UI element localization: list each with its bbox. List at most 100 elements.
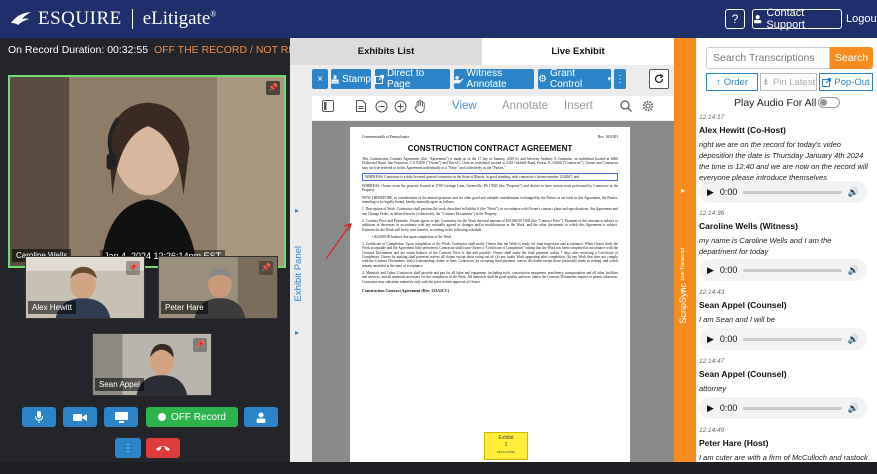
transcript-entry: 12:14:17 Alex Hewitt (Co-Host) right we … [699, 114, 871, 183]
audio-progress-track[interactable] [743, 190, 842, 194]
audio-time: 0:00 [719, 334, 738, 344]
pin-icon[interactable]: 📌 [193, 338, 207, 352]
annotate-mode-button[interactable]: Annotate [502, 100, 548, 112]
grant-control-button[interactable]: ⚙ Grant Control ▾ [538, 68, 611, 90]
participants-button[interactable] [244, 407, 278, 427]
record-toggle-button[interactable]: OFF Record [146, 407, 238, 427]
top-bar: ESQUIRE eLitigate® ? Contact Support Log… [0, 0, 877, 38]
play-audio-toggle[interactable] [818, 97, 840, 108]
order-button[interactable]: ↑ Order [706, 73, 758, 91]
camera-button[interactable] [63, 407, 97, 427]
phone-hangup-icon [156, 446, 170, 451]
help-button[interactable]: ? [725, 9, 745, 29]
record-duration: On Record Duration: 00:32:55 [8, 44, 149, 56]
entry-speaker: Sean Appel (Counsel) [699, 300, 787, 310]
exhibit-stamp-label: Exhibit [498, 435, 514, 441]
view-mode-button[interactable]: View [452, 100, 477, 112]
audio-player[interactable]: ▶ 0:00 🔊 [699, 181, 867, 203]
entry-text: right we are on the record for today's v… [699, 140, 868, 182]
volume-icon[interactable]: 🔊 [848, 334, 859, 345]
logo: ESQUIRE eLitigate® [10, 7, 216, 31]
zoom-in-icon[interactable] [394, 100, 407, 116]
paragraph: 2. Contract Price and Payments. Owner ag… [362, 218, 618, 232]
product-name: eLitigate® [143, 8, 217, 30]
scripsync-subtitle: Live Transcript [680, 248, 686, 281]
audio-player[interactable]: ▶ 0:00 🔊 [699, 328, 867, 350]
exhibit-stamp: Exhibit 1 SEAN APPEL [484, 432, 528, 460]
volume-icon[interactable]: 🔊 [848, 265, 859, 276]
video-tile-peter-hare[interactable]: 📌 Peter Hare [158, 256, 278, 319]
zoom-out-icon[interactable] [375, 100, 388, 116]
play-icon[interactable]: ▶ [707, 403, 714, 414]
pin-icon[interactable]: 📌 [126, 261, 140, 275]
scripsync-toggle[interactable]: ▸ ScripSync Live Transcript ▸ [674, 38, 696, 462]
paragraph: WHEREAS, Owner owns the property located… [362, 184, 618, 193]
direct-to-page-button[interactable]: Direct to Page [375, 68, 450, 90]
external-link-icon [375, 74, 384, 84]
page-header-right: Rev. 10/6/203 [597, 135, 618, 139]
audio-player[interactable]: ▶ 0:00 🔊 [699, 259, 867, 281]
exhibit-stamp-number: 1 [504, 442, 508, 448]
exhibit-panel-toggle[interactable]: ▸ Exhibit Panel ▸ [290, 96, 310, 426]
stamp-button[interactable]: Stamp [331, 69, 371, 89]
paragraph: 1. Description of Work. Contractor shall… [362, 207, 618, 216]
pin-latest-label: Pin Latest [772, 76, 816, 88]
witness-video [10, 77, 284, 266]
expand-arrow-icon: ▸ [295, 206, 300, 215]
toolbar-more-button[interactable]: ⋮ [614, 69, 626, 89]
pin-icon[interactable]: 📌 [266, 81, 280, 95]
search-icon[interactable] [620, 100, 632, 115]
exhibit-toolbar: × Stamp Direct to Page Witness Annotate … [290, 68, 674, 91]
document-page-icon[interactable] [356, 100, 366, 115]
pop-out-button[interactable]: Pop-Out [819, 73, 873, 91]
hang-up-button[interactable] [146, 438, 180, 458]
paragraph: 3. Certificate of Completion. Upon compl… [362, 242, 618, 268]
pin-latest-button[interactable]: ⇟ Pin Latest [760, 73, 817, 91]
volume-icon[interactable]: 🔊 [848, 187, 859, 198]
main-video-tile[interactable]: 📌 Caroline Wells Jan 4, 2024 12:26:14pm … [8, 75, 286, 268]
page-footer: Construction Contract Agreement (Rev. 13… [362, 287, 450, 293]
more-options-button[interactable]: ⋮ [115, 438, 141, 458]
call-controls: OFF Record ⋮ [0, 405, 290, 462]
audio-progress-track[interactable] [743, 268, 842, 272]
document-canvas[interactable]: Commonwealth of Pennsylvania Rev. 10/6/2… [312, 121, 674, 462]
pin-icon[interactable]: 📌 [259, 261, 273, 275]
settings-gear-icon[interactable] [642, 100, 654, 115]
tab-live-exhibit[interactable]: Live Exhibit [482, 38, 674, 65]
insert-mode-button[interactable]: Insert [564, 100, 593, 112]
sidebar-toggle-icon[interactable] [322, 100, 334, 115]
entry-text: I am Sean and I will be [699, 315, 775, 324]
tab-exhibits-list[interactable]: Exhibits List [290, 38, 482, 65]
logo-divider [131, 9, 133, 29]
close-exhibit-button[interactable]: × [312, 69, 328, 89]
video-tile-sean-appel[interactable]: 📌 Sean Appel [92, 333, 212, 396]
registered-mark: ® [210, 9, 217, 19]
video-tile-alex-hewitt[interactable]: 📌 Alex Hewitt [25, 256, 145, 319]
transcript-search-input[interactable]: Search Transcriptions [706, 47, 830, 69]
video-camera-icon [73, 413, 87, 421]
play-icon[interactable]: ▶ [707, 187, 714, 198]
audio-player[interactable]: ▶ 0:00 🔊 [699, 397, 867, 419]
audio-progress-track[interactable] [743, 406, 842, 410]
witness-annotate-button[interactable]: Witness Annotate [454, 68, 534, 90]
vertical-dots-icon: ⋮ [123, 442, 133, 454]
microphone-button[interactable] [22, 407, 56, 427]
page-header-left: Commonwealth of Pennsylvania [362, 135, 409, 139]
order-label: Order [723, 76, 749, 88]
video-name-label: Alex Hewitt [28, 301, 77, 314]
transcript-search-button[interactable]: Search [830, 47, 873, 69]
logout-link[interactable]: Logout [846, 13, 877, 25]
exhibit-stamp-name: SEAN APPEL [496, 450, 516, 454]
volume-icon[interactable]: 🔊 [848, 403, 859, 414]
play-icon[interactable]: ▶ [707, 265, 714, 276]
play-icon[interactable]: ▶ [707, 334, 714, 345]
product-name-text: eLitigate [142, 8, 211, 29]
audio-progress-track[interactable] [743, 337, 842, 341]
screen-share-button[interactable] [104, 407, 138, 427]
contact-support-button[interactable]: Contact Support [752, 7, 842, 31]
refresh-button[interactable] [649, 69, 669, 89]
pan-hand-icon[interactable] [414, 100, 426, 116]
user-edit-icon [454, 75, 464, 83]
entry-speaker: Sean Appel (Counsel) [699, 369, 787, 379]
record-dot-icon [157, 413, 166, 421]
